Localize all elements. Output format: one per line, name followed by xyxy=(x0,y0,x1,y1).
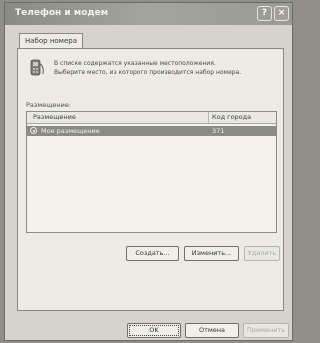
locations-label: Размещение: xyxy=(26,101,72,109)
tab-strip: Набор номера xyxy=(19,33,84,49)
location-area-code: 371 xyxy=(212,127,225,135)
column-divider[interactable] xyxy=(208,112,209,123)
column-header-location[interactable]: Размещение xyxy=(33,113,76,121)
title-bar[interactable]: Телефон и модем ? × xyxy=(5,3,292,25)
phone-modem-dialog: Телефон и модем ? × Набор номера В списк… xyxy=(4,2,293,341)
tab-dialing-rules[interactable]: Набор номера xyxy=(19,33,84,49)
location-name: Мое размещение xyxy=(41,127,100,135)
help-button[interactable]: ? xyxy=(257,6,272,21)
radio-selected-icon[interactable] xyxy=(30,127,37,134)
create-button[interactable]: Создать... xyxy=(126,246,179,261)
info-line-2: Выберите место, из которого производится… xyxy=(54,69,242,76)
phone-icon xyxy=(28,57,46,79)
list-header: Размещение Код города xyxy=(27,112,276,124)
info-text: В списке содержатся указанные местополож… xyxy=(54,59,279,77)
cancel-button[interactable]: Отмена xyxy=(185,323,239,338)
edit-button[interactable]: Изменить... xyxy=(184,246,239,261)
window-title: Телефон и модем xyxy=(15,8,109,18)
ok-button[interactable]: OK xyxy=(127,323,181,338)
close-button[interactable]: × xyxy=(274,6,289,21)
apply-button[interactable]: Применить xyxy=(243,323,289,338)
column-header-area-code[interactable]: Код города xyxy=(212,113,251,121)
list-item[interactable]: Мое размещение 371 xyxy=(27,126,276,136)
delete-button[interactable]: Удалить xyxy=(244,246,280,261)
tab-panel: В списке содержатся указанные местополож… xyxy=(17,48,284,311)
info-line-1: В списке содержатся указанные местополож… xyxy=(54,60,216,67)
locations-list[interactable]: Размещение Код города Мое размещение 371 xyxy=(26,111,277,233)
